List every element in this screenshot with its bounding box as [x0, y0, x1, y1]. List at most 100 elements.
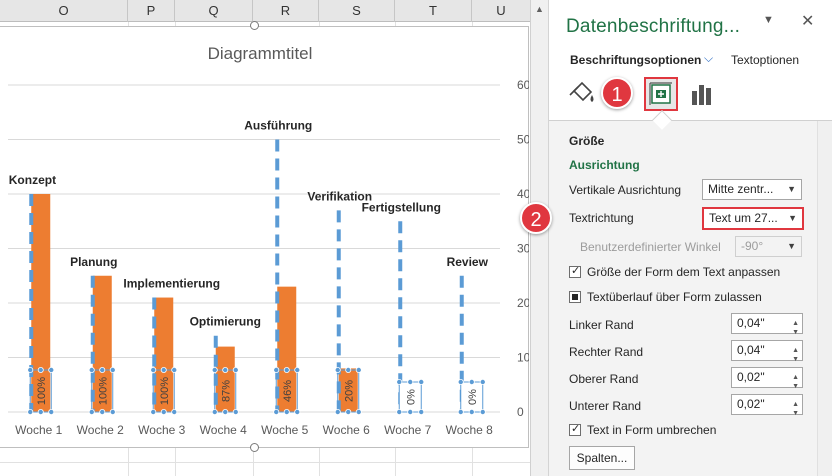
scroll-up-icon[interactable]: ▲	[535, 4, 544, 14]
data-label[interactable]: 0%	[405, 389, 417, 405]
data-label-handle[interactable]	[479, 408, 486, 415]
phase-label[interactable]: Optimierung	[190, 315, 261, 329]
data-label[interactable]: 46%	[282, 380, 294, 402]
chart-area[interactable]: Diagrammtitel 60 50 40 30 20 10 0 Konzept Planu…	[0, 26, 529, 448]
data-label-handle[interactable]	[283, 366, 290, 373]
section-alignment[interactable]: Ausrichtung	[569, 158, 640, 172]
spin-down-icon[interactable]: ▼	[792, 404, 799, 423]
overflow-checkbox[interactable]	[569, 291, 581, 303]
data-label-handle[interactable]	[334, 366, 341, 373]
column-header-q[interactable]: Q	[175, 0, 253, 22]
data-label-handle[interactable]	[355, 408, 362, 415]
right-margin-input[interactable]: 0,04" ▲ ▼	[731, 340, 803, 363]
data-label-handle[interactable]	[468, 408, 475, 415]
data-label-handle[interactable]	[407, 408, 414, 415]
resize-shape-checkbox[interactable]: ✓	[569, 265, 581, 278]
chart-resize-handle-bottom[interactable]	[250, 443, 259, 452]
data-label-handle[interactable]	[479, 378, 486, 385]
top-margin-input[interactable]: 0,02" ▲ ▼	[731, 367, 803, 390]
data-label-handle[interactable]	[150, 408, 157, 415]
data-label-handle[interactable]	[396, 408, 403, 415]
data-label-handle[interactable]	[99, 408, 106, 415]
data-label-handle[interactable]	[211, 366, 218, 373]
data-label[interactable]: 87%	[220, 380, 232, 402]
data-label-handle[interactable]	[396, 378, 403, 385]
data-label[interactable]: 100%	[97, 377, 109, 405]
sheet-vertical-scrollbar[interactable]: ▲	[530, 0, 548, 476]
bar-chart-icon[interactable]	[686, 77, 720, 111]
chart-resize-handle-top[interactable]	[250, 21, 259, 30]
data-label-handle[interactable]	[232, 366, 239, 373]
data-label-handle[interactable]	[457, 408, 464, 415]
data-label-handle[interactable]	[457, 378, 464, 385]
data-label-handle[interactable]	[294, 366, 301, 373]
data-label-handle[interactable]	[273, 408, 280, 415]
chart-title[interactable]: Diagrammtitel	[208, 44, 313, 63]
overflow-label[interactable]: Textüberlauf über Form zulassen	[587, 290, 762, 304]
data-label-handle[interactable]	[99, 366, 106, 373]
data-label-handle[interactable]	[222, 408, 229, 415]
data-label[interactable]: 20%	[343, 380, 355, 402]
data-label-handle[interactable]	[407, 378, 414, 385]
data-label-handle[interactable]	[109, 408, 116, 415]
data-label-handle[interactable]	[160, 366, 167, 373]
data-label-handle[interactable]	[160, 408, 167, 415]
phase-label[interactable]: Planung	[70, 255, 117, 269]
data-label-handle[interactable]	[109, 366, 116, 373]
data-label-handle[interactable]	[171, 408, 178, 415]
data-label-handle[interactable]	[345, 366, 352, 373]
chevron-down-icon[interactable]: ▼	[763, 14, 774, 26]
data-label-handle[interactable]	[418, 378, 425, 385]
bottom-margin-input[interactable]: 0,02" ▲ ▼	[731, 394, 803, 417]
data-label-handle[interactable]	[283, 408, 290, 415]
data-label-handle[interactable]	[232, 408, 239, 415]
phase-label[interactable]: Fertigstellung	[362, 200, 441, 214]
data-label-handle[interactable]	[222, 366, 229, 373]
data-label-handle[interactable]	[211, 408, 218, 415]
data-label-handle[interactable]	[355, 366, 362, 373]
tab-text-options[interactable]: Textoptionen	[731, 53, 799, 67]
data-label-handle[interactable]	[27, 408, 34, 415]
data-label-handle[interactable]	[273, 366, 280, 373]
data-label-handle[interactable]	[48, 366, 55, 373]
data-label-handle[interactable]	[294, 408, 301, 415]
data-label-handle[interactable]	[150, 366, 157, 373]
phase-label[interactable]: Review	[447, 255, 489, 269]
data-label-handle[interactable]	[27, 366, 34, 373]
data-label-handle[interactable]	[37, 366, 44, 373]
data-label-handle[interactable]	[171, 366, 178, 373]
data-label-handle[interactable]	[345, 408, 352, 415]
phase-label[interactable]: Konzept	[9, 173, 56, 187]
tab-options-chevron-icon[interactable]: ⌵	[704, 51, 713, 66]
columns-button[interactable]: Spalten...	[569, 446, 635, 470]
data-label-handle[interactable]	[88, 366, 95, 373]
data-label[interactable]: 100%	[159, 377, 171, 405]
pane-vertical-scrollbar[interactable]	[817, 121, 832, 476]
vertical-alignment-select[interactable]: Mitte zentr... ▼	[702, 179, 802, 200]
paint-bucket-icon[interactable]	[566, 77, 600, 111]
data-label[interactable]: 0%	[467, 389, 479, 405]
data-label-handle[interactable]	[418, 408, 425, 415]
wrap-text-checkbox[interactable]: ✓	[569, 423, 581, 436]
column-header-p[interactable]: P	[128, 0, 175, 22]
spreadsheet-area[interactable]: O P Q R S T U Diagrammtitel 60 50 40 30 20 10…	[0, 0, 548, 476]
phase-label[interactable]: Ausführung	[244, 119, 312, 133]
data-label-handle[interactable]	[48, 408, 55, 415]
phase-label[interactable]: Implementierung	[123, 277, 220, 291]
data-label-handle[interactable]	[37, 408, 44, 415]
column-header-u[interactable]: U	[472, 0, 530, 22]
column-header-o[interactable]: O	[0, 0, 128, 22]
size-properties-icon[interactable]	[644, 77, 678, 111]
data-label-handle[interactable]	[334, 408, 341, 415]
text-direction-select[interactable]: Text um 27... ▼	[702, 207, 804, 230]
data-label-handle[interactable]	[468, 378, 475, 385]
section-size[interactable]: Größe	[569, 134, 604, 148]
custom-angle-select[interactable]: -90° ▼	[735, 236, 802, 257]
data-label-handle[interactable]	[88, 408, 95, 415]
chart-svg[interactable]: Diagrammtitel 60 50 40 30 20 10 0 Konzept Planu…	[0, 27, 529, 449]
resize-shape-label[interactable]: Größe der Form dem Text anpassen	[587, 265, 780, 279]
data-label[interactable]: 100%	[36, 377, 48, 405]
column-header-s[interactable]: S	[319, 0, 395, 22]
wrap-text-label[interactable]: Text in Form umbrechen	[587, 423, 716, 437]
left-margin-input[interactable]: 0,04" ▲ ▼	[731, 313, 803, 336]
